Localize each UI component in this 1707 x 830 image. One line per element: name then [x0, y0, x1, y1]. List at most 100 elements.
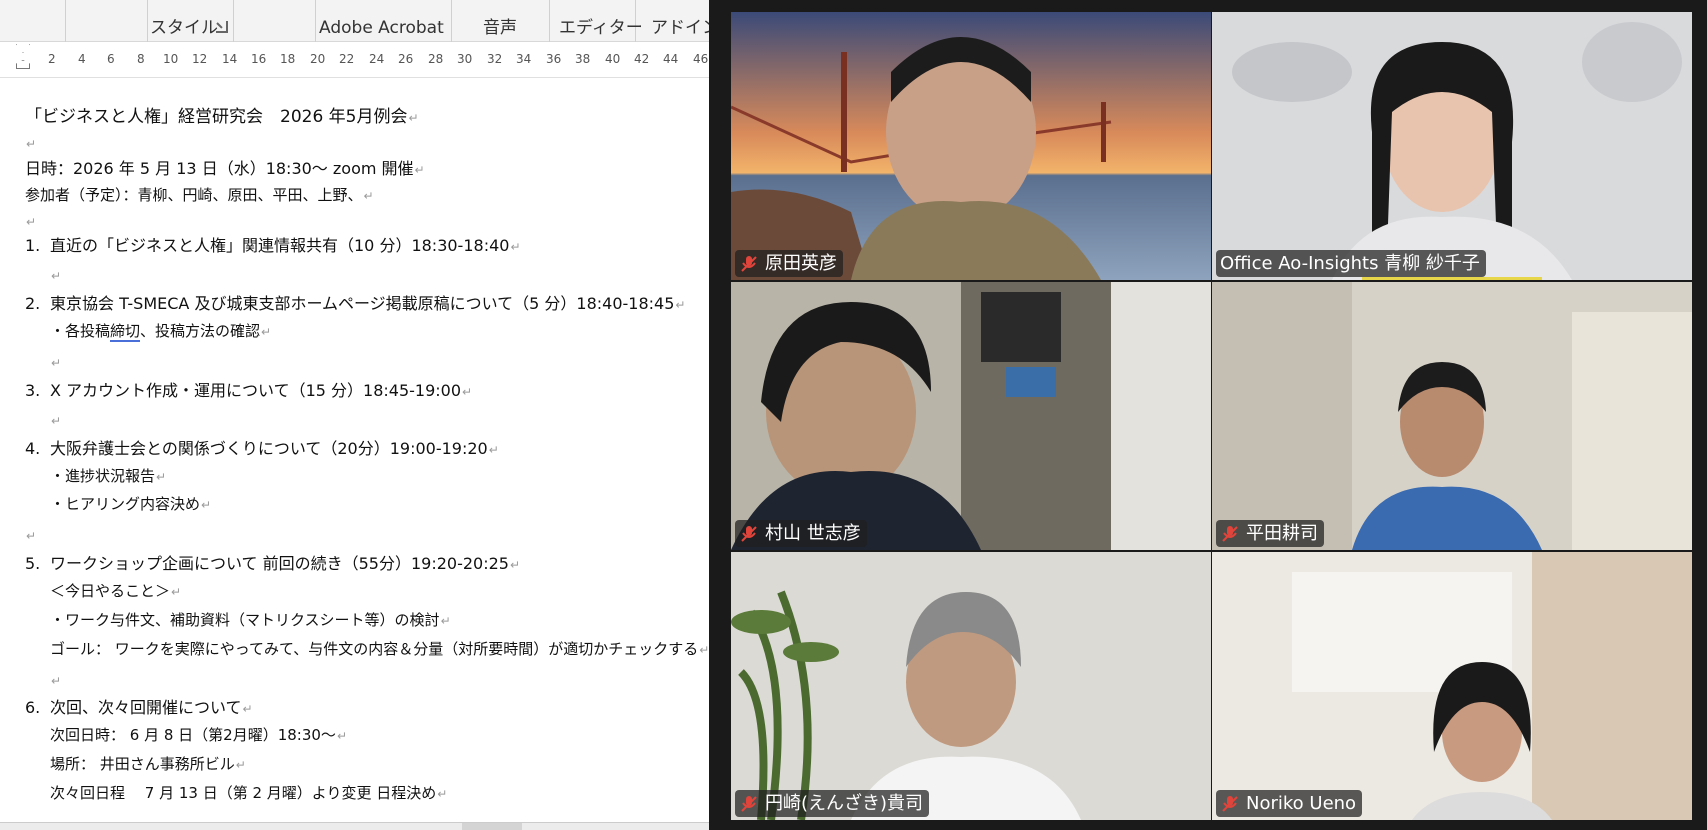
ruler-tick: 18 [280, 52, 296, 66]
agenda-item-6-sub-2: 場所： 井田さん事務所ビル↵ [50, 755, 246, 773]
empty-paragraph: ↵ [26, 529, 37, 543]
ruler-tick: 2 [48, 52, 56, 66]
ribbon-group-addins[interactable]: アドイン [636, 0, 709, 42]
ruler-tick: 42 [634, 52, 650, 66]
status-bar [0, 822, 709, 830]
ruler-tick: 10 [163, 52, 179, 66]
video-feed [731, 12, 1211, 280]
ruler-tick: 46 [693, 52, 709, 66]
participants-line: 参加者（予定）：青柳、円崎、原田、平田、上野、↵ [25, 186, 374, 204]
participant-tile-ueno[interactable]: Noriko Ueno [1212, 552, 1692, 820]
ruler-tick: 6 [107, 52, 115, 66]
empty-paragraph: ↵ [51, 674, 62, 688]
ruler-tick: 40 [605, 52, 621, 66]
video-feed [1212, 552, 1692, 820]
document-body[interactable]: 「ビジネスと人権」経営研究会 2026 年5月例会↵ ↵ 日時：2026 年 5… [0, 80, 709, 822]
mic-muted-icon [741, 525, 757, 542]
ribbon-label-styles: スタイル [150, 18, 218, 38]
video-feed [731, 282, 1211, 550]
zoom-gallery-view: 原田英彦 Office Ao-Insights 青柳 紗千子 村山 世志彦 平田… [709, 0, 1707, 830]
ribbon-label-editor: エディター [559, 18, 643, 38]
participant-tile-enzaki[interactable]: 円崎(えんざき)貴司 [731, 552, 1211, 820]
agenda-item-6: 6. 次回、次々回開催について↵ [25, 698, 253, 717]
participant-tile-hirata[interactable]: 平田耕司 [1212, 282, 1692, 550]
video-feed [731, 552, 1211, 820]
participant-nameplate: 原田英彦 [735, 250, 843, 277]
ruler-tick: 28 [428, 52, 444, 66]
participant-tile-aoyagi[interactable]: Office Ao-Insights 青柳 紗千子 [1212, 12, 1692, 280]
word-document-window: スタイル Adobe Acrobat 音声 エディター アドイン 2 4 6 8 [0, 0, 709, 830]
ruler-tick: 30 [457, 52, 473, 66]
agenda-item-4: 4. 大阪弁護士会との関係づくりについて（20分）19:00-19:20↵ [25, 439, 499, 458]
agenda-item-2: 2. 東京協会 T-SMECA 及び城東支部ホームページ掲載原稿について（5 分）… [25, 294, 686, 313]
participant-tile-murayama[interactable]: 村山 世志彦 [731, 282, 1211, 550]
ribbon-label-voice: 音声 [483, 18, 517, 38]
ruler-tick: 26 [398, 52, 414, 66]
hanging-indent-marker[interactable] [16, 60, 30, 69]
mic-muted-icon [1222, 795, 1238, 812]
view-mode-selected[interactable] [462, 823, 522, 830]
agenda-item-1: 1. 直近の「ビジネスと人権」関連情報共有（10 分）18:30-18:40↵ [25, 236, 521, 255]
mic-muted-icon [1222, 525, 1238, 542]
ruler-tick: 44 [663, 52, 679, 66]
participant-nameplate: 平田耕司 [1216, 520, 1324, 547]
video-feed [1212, 12, 1692, 280]
participant-name: 円崎(えんざき)貴司 [765, 793, 924, 814]
ribbon-label-addins: アドイン [651, 18, 709, 38]
ruler-tick: 8 [137, 52, 145, 66]
ribbon-group-blank-3 [234, 0, 316, 42]
participant-nameplate: 村山 世志彦 [735, 520, 867, 547]
ruler-tick: 38 [575, 52, 591, 66]
agenda-item-2-sub: ・各投稿締切、投稿方法の確認↵ [50, 322, 272, 342]
ruler-tick: 16 [251, 52, 267, 66]
empty-paragraph: ↵ [51, 269, 62, 283]
video-feed [1212, 282, 1692, 550]
participant-tile-harada[interactable]: 原田英彦 [731, 12, 1211, 280]
agenda-item-6-sub-1: 次回日時： 6 月 8 日（第2月曜）18:30～↵ [50, 726, 347, 744]
ruler-tick: 14 [222, 52, 238, 66]
ribbon: スタイル Adobe Acrobat 音声 エディター アドイン [0, 0, 709, 42]
document-title: 「ビジネスと人権」経営研究会 2026 年5月例会↵ [25, 107, 419, 127]
ruler-tick: 32 [487, 52, 503, 66]
ribbon-group-acrobat[interactable]: Adobe Acrobat [316, 0, 452, 42]
agenda-item-6-sub-3: 次々回日程 7 月 13 日（第 2 月曜）より変更 日程決め↵ [50, 784, 448, 802]
participant-name: 原田英彦 [765, 253, 837, 274]
participant-name: 村山 世志彦 [765, 523, 861, 544]
ruler-tick: 24 [369, 52, 385, 66]
ribbon-group-blank [0, 0, 66, 42]
audio-level-indicator [1362, 277, 1542, 280]
empty-paragraph: ↵ [26, 215, 37, 229]
empty-paragraph: ↵ [51, 356, 62, 370]
mic-muted-icon [741, 255, 757, 272]
ruler-tick: 20 [310, 52, 326, 66]
agenda-item-5: 5. ワークショップ企画について 前回の続き（55分）19:20-20:25↵ [25, 554, 521, 573]
participant-nameplate: Noriko Ueno [1216, 790, 1363, 817]
meeting-datetime: 日時：2026 年 5 月 13 日（水）18:30～ zoom 開催↵ [25, 159, 425, 178]
agenda-item-5-sub-1: ＜今日やること＞↵ [50, 582, 182, 600]
empty-paragraph: ↵ [51, 414, 62, 428]
dialog-launcher-icon[interactable] [216, 21, 228, 33]
ribbon-group-blank-2 [66, 0, 148, 42]
ruler-tick: 4 [78, 52, 86, 66]
ruler-tick: 36 [546, 52, 562, 66]
horizontal-ruler[interactable]: 2 4 6 8 10 12 14 16 18 20 22 24 26 28 30… [0, 44, 709, 78]
ribbon-group-styles[interactable]: スタイル [148, 0, 234, 42]
first-line-indent-marker[interactable] [16, 44, 30, 53]
ruler-tick: 12 [192, 52, 208, 66]
participant-nameplate: 円崎(えんざき)貴司 [735, 790, 930, 817]
agenda-item-3: 3. X アカウント作成・運用について（15 分）18:45-19:00↵ [25, 381, 473, 400]
participant-nameplate: Office Ao-Insights 青柳 紗千子 [1216, 250, 1486, 277]
empty-paragraph: ↵ [26, 137, 37, 151]
ruler-tick: 34 [516, 52, 532, 66]
participant-name: Noriko Ueno [1246, 793, 1357, 814]
participant-name: Office Ao-Insights 青柳 紗千子 [1220, 253, 1480, 274]
agenda-item-5-sub-2: ・ワーク与件文、補助資料（マトリクスシート等）の検討↵ [50, 611, 451, 629]
mic-muted-icon [741, 795, 757, 812]
agenda-item-5-goal: ゴール： ワークを実際にやってみて、与件文の内容＆分量（対所要時間）が適切かチェ… [50, 640, 709, 658]
agenda-item-4-sub-1: ・進捗状況報告↵ [50, 467, 167, 485]
ruler-tick: 22 [339, 52, 355, 66]
participant-name: 平田耕司 [1246, 523, 1318, 544]
ribbon-group-voice[interactable]: 音声 [452, 0, 550, 42]
ribbon-group-editor[interactable]: エディター [550, 0, 643, 42]
ribbon-label-acrobat: Adobe Acrobat [319, 18, 444, 38]
